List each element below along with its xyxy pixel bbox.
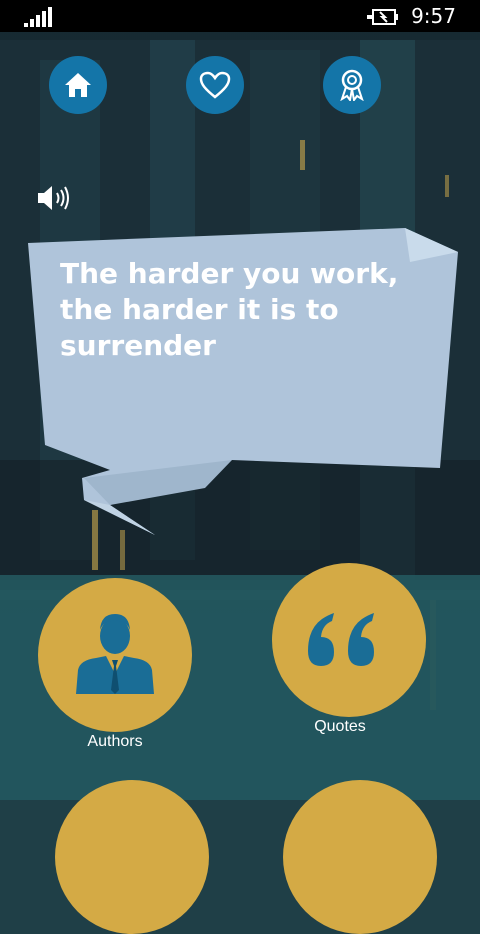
authors-label[interactable]: Authors xyxy=(38,733,192,751)
quote-text: The harder you work, the harder it is to… xyxy=(60,257,399,362)
quotes-label[interactable]: Quotes xyxy=(272,718,408,736)
menu-item-partial-left[interactable] xyxy=(55,780,209,934)
quote-marks-icon xyxy=(308,613,374,666)
quotes-button[interactable] xyxy=(272,563,426,717)
authors-button[interactable] xyxy=(38,578,192,732)
menu-item-partial-right[interactable] xyxy=(283,780,437,934)
person-icon xyxy=(76,614,154,694)
